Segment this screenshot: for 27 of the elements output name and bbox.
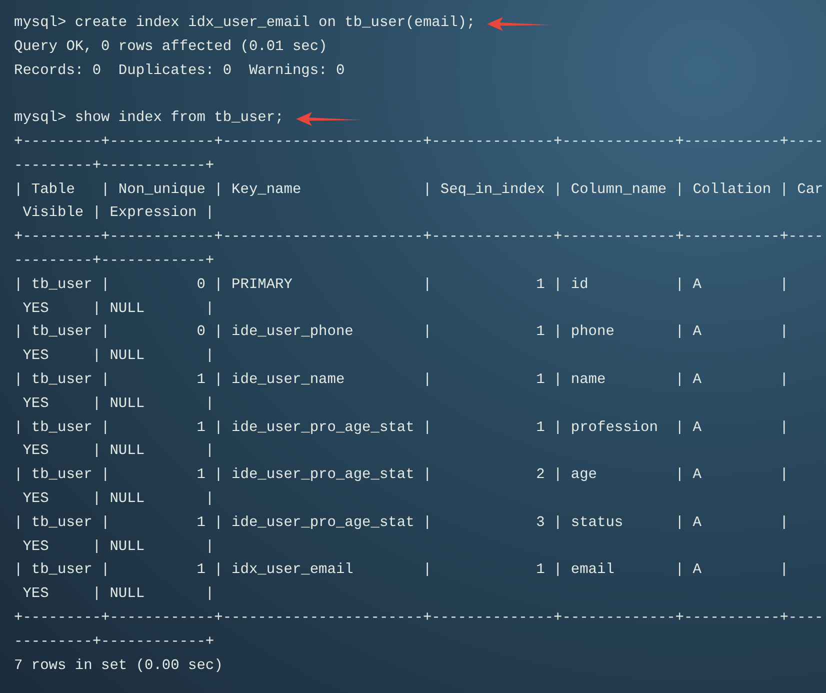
terminal-line: ---------+------------+ bbox=[14, 252, 214, 271]
terminal-line: 7 rows in set (0.00 sec) bbox=[14, 656, 223, 676]
terminal-line: Query OK, 0 rows affected (0.01 sec) bbox=[14, 38, 328, 57]
terminal-line: | tb_user | 1 | ide_user_pro_age_stat | 1 | profession | A | bbox=[14, 418, 788, 438]
terminal-line: | tb_user | 1 | idx_user_email | 1 | email | A | bbox=[14, 561, 788, 580]
terminal-line: mysql> show index from tb_user; bbox=[14, 109, 284, 128]
terminal-line: ---------+------------+ bbox=[14, 156, 214, 176]
terminal-line: +---------+------------+-----------------------+--------------+-------------+-----------+---- bbox=[14, 608, 824, 628]
terminal-line: | tb_user | 0 | PRIMARY | 1 | id | A | bbox=[14, 276, 788, 295]
terminal-line: YES | NULL | bbox=[22, 394, 214, 414]
terminal-line: Records: 0 Duplicates: 0 Warnings: 0 bbox=[14, 62, 345, 81]
terminal-line: +---------+------------+-----------------------+--------------+-------------+-----------+---- bbox=[14, 132, 824, 152]
terminal-line: YES | NULL | bbox=[22, 347, 214, 366]
terminal-line: YES | NULL | bbox=[22, 490, 214, 509]
terminal-line: YES | NULL | bbox=[22, 442, 214, 462]
terminal-line: YES | NULL | bbox=[22, 538, 214, 557]
terminal-line: | Table | Non_unique | Key_name | Seq_in_index | Column_name | Collation | Car bbox=[14, 180, 824, 200]
terminal-line: YES | NULL | bbox=[22, 585, 214, 604]
terminal-line: mysql> create index idx_user_email on tb_user(email); bbox=[14, 14, 476, 33]
terminal-line: | tb_user | 1 | ide_user_pro_age_stat | 3 | status | A | bbox=[14, 514, 788, 533]
terminal-line: Visible | Expression | bbox=[22, 204, 214, 224]
terminal-line: | tb_user | 1 | ide_user_name | 1 | name | A | bbox=[14, 370, 788, 390]
terminal-line: | tb_user | 0 | ide_user_phone | 1 | phone | A | bbox=[14, 323, 788, 342]
terminal-line: +---------+------------+-----------------------+--------------+-------------+-----------+---- bbox=[14, 228, 824, 248]
terminal-line: | tb_user | 1 | ide_user_pro_age_stat | 2 | age | A | bbox=[14, 466, 788, 486]
terminal-line: ---------+------------+ bbox=[14, 632, 214, 652]
terminal-line: YES | NULL | bbox=[22, 300, 214, 319]
